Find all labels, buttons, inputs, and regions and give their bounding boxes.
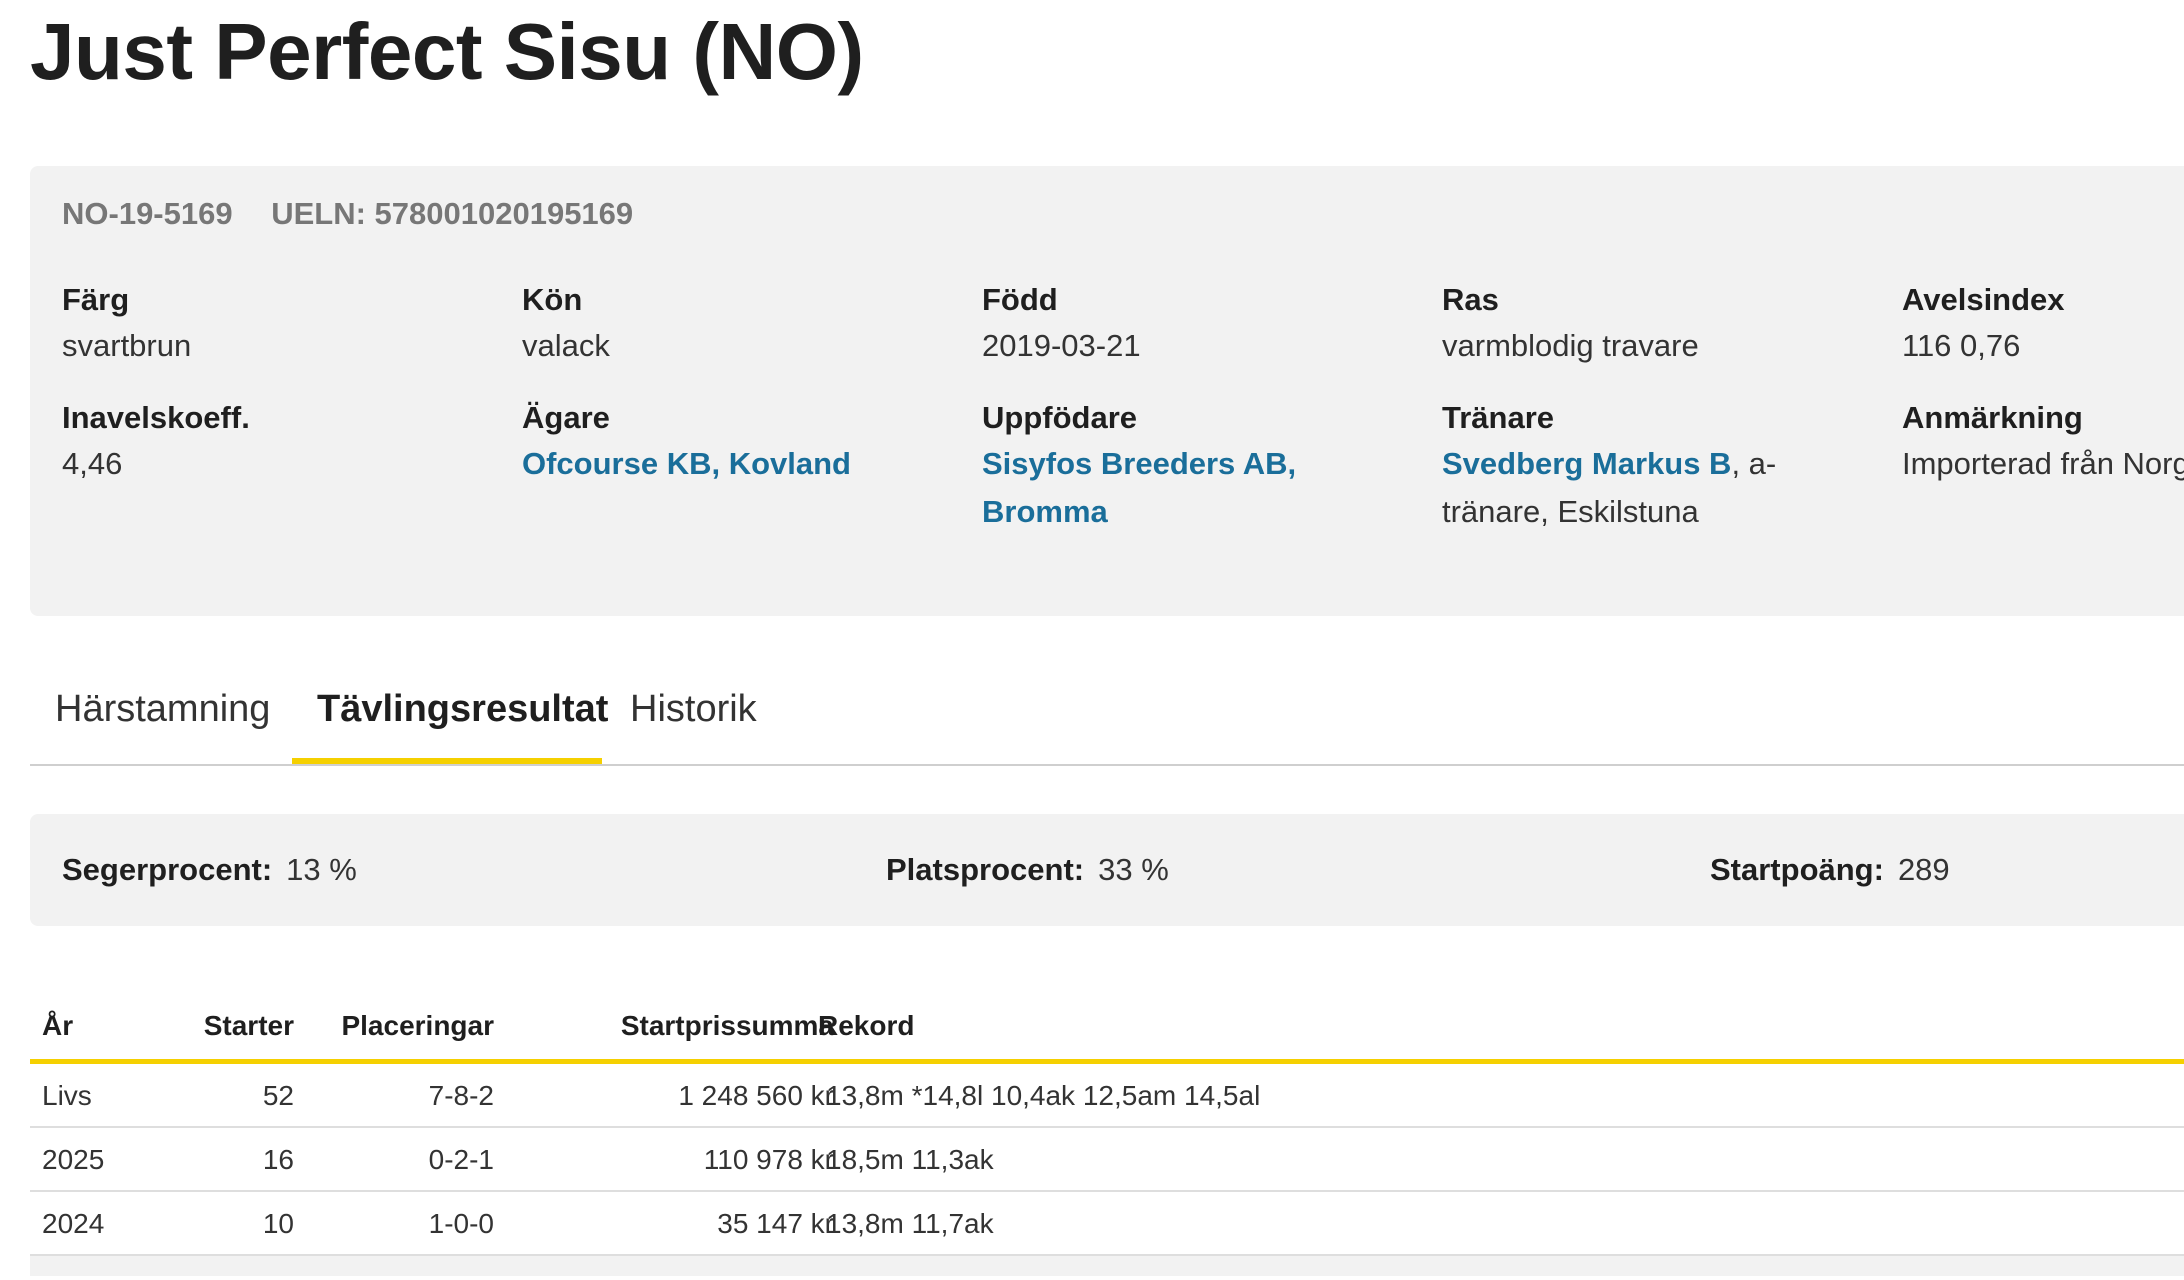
registration-number: NO-19-5169 bbox=[62, 196, 233, 231]
field-breeding-index: Avelsindex 116 0,76 bbox=[1902, 278, 2184, 370]
field-label: Uppfödare bbox=[982, 400, 1137, 435]
field-label: Ras bbox=[1442, 282, 1499, 317]
field-label: Född bbox=[982, 282, 1058, 317]
field-value: svartbrun bbox=[62, 328, 192, 363]
field-value: Ofcourse KB, Kovland bbox=[522, 440, 962, 488]
cell-prize-money: 110 978 kr bbox=[703, 1144, 834, 1175]
field-born: Född 2019-03-21 bbox=[982, 278, 1422, 370]
field-label: Inavelskoeff. bbox=[62, 400, 250, 435]
trainer-link[interactable]: Svedberg Markus B bbox=[1442, 446, 1731, 481]
field-value: varmblodig travare bbox=[1442, 328, 1699, 363]
stats-summary: Segerprocent: 13 % Platsprocent: 33 % Star… bbox=[30, 814, 2184, 926]
stat-label: Startpoäng: bbox=[1710, 852, 1884, 887]
owner-link[interactable]: Ofcourse KB, Kovland bbox=[522, 446, 851, 481]
cell-year: Livs bbox=[42, 1080, 92, 1111]
cell-record: 18,5m 11,3ak bbox=[826, 1144, 994, 1175]
cell-starts: 16 bbox=[262, 1144, 294, 1175]
stat-win-percentage: Segerprocent: 13 % bbox=[62, 852, 357, 888]
stat-value: 289 bbox=[1897, 852, 1950, 887]
field-label: Färg bbox=[62, 282, 130, 317]
field-breeder: Uppfödare Sisyfos Breeders AB, Bromma bbox=[982, 396, 1422, 536]
stat-value: 13 % bbox=[286, 852, 357, 887]
field-remark: Anmärkning Importerad från Norge bbox=[1902, 396, 2184, 488]
breeder-link-line2: Bromma bbox=[982, 494, 1108, 529]
field-inbreeding: Inavelskoeff. 4,46 bbox=[62, 396, 502, 488]
tab-pedigree[interactable]: Härstamning bbox=[55, 688, 270, 755]
results-table: År Starter Placeringar Startprissumma Re… bbox=[30, 996, 2184, 1276]
stat-start-points: Startpoäng: 289 bbox=[1710, 852, 1950, 888]
cell-record: 13,8m *14,8l 10,4ak 12,5am 14,5al bbox=[826, 1080, 1261, 1111]
stat-label: Platsprocent: bbox=[886, 852, 1085, 887]
trainer-suffix: , a- bbox=[1731, 446, 1777, 481]
stat-place-percentage: Platsprocent: 33 % bbox=[886, 852, 1169, 888]
cell-placings: 0-2-1 bbox=[428, 1144, 494, 1175]
tab-bar: Härstamning Tävlingsresultat Historik bbox=[30, 680, 2184, 766]
table-header: År Starter Placeringar Startprissumma Re… bbox=[30, 996, 2184, 1064]
cell-year: 2024 bbox=[42, 1208, 105, 1239]
stat-label: Segerprocent: bbox=[62, 852, 273, 887]
field-breed: Ras varmblodig travare bbox=[1442, 278, 1882, 370]
breeder-link[interactable]: Sisyfos Breeders AB, Bromma bbox=[982, 446, 1296, 529]
field-value: 116 0,76 bbox=[1902, 328, 2021, 363]
header-placings: Placeringar bbox=[341, 1010, 494, 1041]
field-label: Tränare bbox=[1442, 400, 1555, 435]
cell-placings: 7-8-2 bbox=[428, 1080, 494, 1111]
table-row: 2025 16 0-2-1 110 978 kr 18,5m 11,3ak bbox=[30, 1128, 2184, 1192]
field-label: Avelsindex bbox=[1902, 282, 2065, 317]
header-record: Rekord bbox=[818, 1010, 915, 1041]
cell-starts: 52 bbox=[262, 1080, 294, 1111]
table-row: Livs 52 7-8-2 1 248 560 kr 13,8m *14,8l … bbox=[30, 1064, 2184, 1128]
field-value: Svedberg Markus B, a-tränare, Eskilstuna bbox=[1442, 440, 1882, 536]
cell-record: 13,8m 11,7ak bbox=[826, 1208, 994, 1239]
cell-placings: 1-0-0 bbox=[428, 1208, 494, 1239]
field-value: 4,46 bbox=[62, 446, 123, 481]
cell-starts: 10 bbox=[262, 1208, 294, 1239]
cell-year: 2025 bbox=[42, 1144, 105, 1175]
tab-history[interactable]: Historik bbox=[630, 688, 757, 755]
header-year: År bbox=[42, 1010, 74, 1041]
field-label: Kön bbox=[522, 282, 583, 317]
field-value: Sisyfos Breeders AB, Bromma bbox=[982, 440, 1422, 536]
ueln-number: UELN: 578001020195169 bbox=[271, 196, 634, 231]
header-starts: Starter bbox=[203, 1010, 294, 1041]
field-value: valack bbox=[522, 328, 610, 363]
field-sex: Kön valack bbox=[522, 278, 962, 370]
field-trainer: Tränare Svedberg Markus B, a-tränare, Es… bbox=[1442, 396, 1882, 536]
field-owner: Ägare Ofcourse KB, Kovland bbox=[522, 396, 962, 488]
header-prize-money: Startprissumma bbox=[620, 1010, 834, 1041]
cell-prize-money: 1 248 560 kr bbox=[678, 1080, 834, 1111]
cell-prize-money: 35 147 kr bbox=[717, 1208, 834, 1239]
field-label: Anmärkning bbox=[1902, 400, 2083, 435]
horse-info-card: NO-19-5169 UELN: 578001020195169 Färg sv… bbox=[30, 166, 2184, 616]
field-value: Importerad från Norge bbox=[1902, 446, 2184, 481]
breeder-link-line1: Sisyfos Breeders AB, bbox=[982, 446, 1297, 481]
field-value: 2019-03-21 bbox=[982, 328, 1141, 363]
trainer-line2: tränare, Eskilstuna bbox=[1442, 494, 1699, 529]
table-next-row-edge bbox=[30, 1256, 2184, 1276]
table-row: 2024 10 1-0-0 35 147 kr 13,8m 11,7ak bbox=[30, 1192, 2184, 1256]
horse-identifiers: NO-19-5169 UELN: 578001020195169 bbox=[62, 196, 633, 232]
stat-value: 33 % bbox=[1098, 852, 1169, 887]
field-color: Färg svartbrun bbox=[62, 278, 502, 370]
field-label: Ägare bbox=[522, 400, 610, 435]
active-tab-indicator bbox=[292, 758, 602, 764]
tab-race-results[interactable]: Tävlingsresultat bbox=[317, 688, 608, 755]
page-title: Just Perfect Sisu (NO) bbox=[30, 7, 864, 96]
